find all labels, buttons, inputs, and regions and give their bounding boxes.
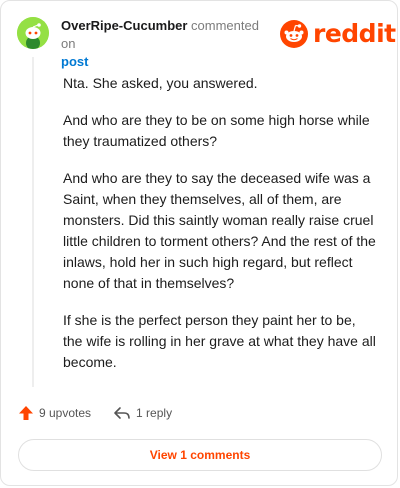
reply-count: 1 reply — [136, 406, 173, 420]
upvote-arrow-icon — [19, 406, 33, 420]
comment-body: Nta. She asked, you answered. And who ar… — [63, 73, 377, 389]
upvote-count: 9 upvotes — [39, 406, 92, 420]
snoo-avatar-icon — [17, 17, 49, 49]
avatar[interactable] — [17, 17, 49, 49]
reddit-wordmark: reddit — [313, 19, 396, 48]
reddit-snoo-icon — [280, 20, 308, 48]
author-name[interactable]: OverRipe-Cucumber — [61, 18, 187, 33]
reply-arrow-icon — [114, 407, 130, 419]
reddit-logo[interactable]: reddit — [280, 20, 396, 48]
comment-paragraph: And who are they to be on some high hors… — [63, 112, 370, 149]
upvote-button[interactable]: 9 upvotes — [18, 405, 91, 421]
comment-card: OverRipe-Cucumber commented on post redd… — [0, 0, 398, 486]
comment-paragraph: Nta. She asked, you answered. — [63, 75, 258, 91]
post-link[interactable]: post — [61, 54, 88, 69]
comment-header: OverRipe-Cucumber commented on post — [61, 17, 276, 71]
thread-line — [32, 57, 34, 387]
reply-button[interactable]: 1 reply — [113, 405, 172, 421]
view-comments-button[interactable]: View 1 comments — [18, 439, 382, 471]
comment-paragraph: If she is the perfect person they paint … — [63, 312, 376, 370]
comment-paragraph: And who are they to say the deceased wif… — [63, 170, 376, 291]
comment-footer: 9 upvotes 1 reply — [18, 405, 172, 421]
